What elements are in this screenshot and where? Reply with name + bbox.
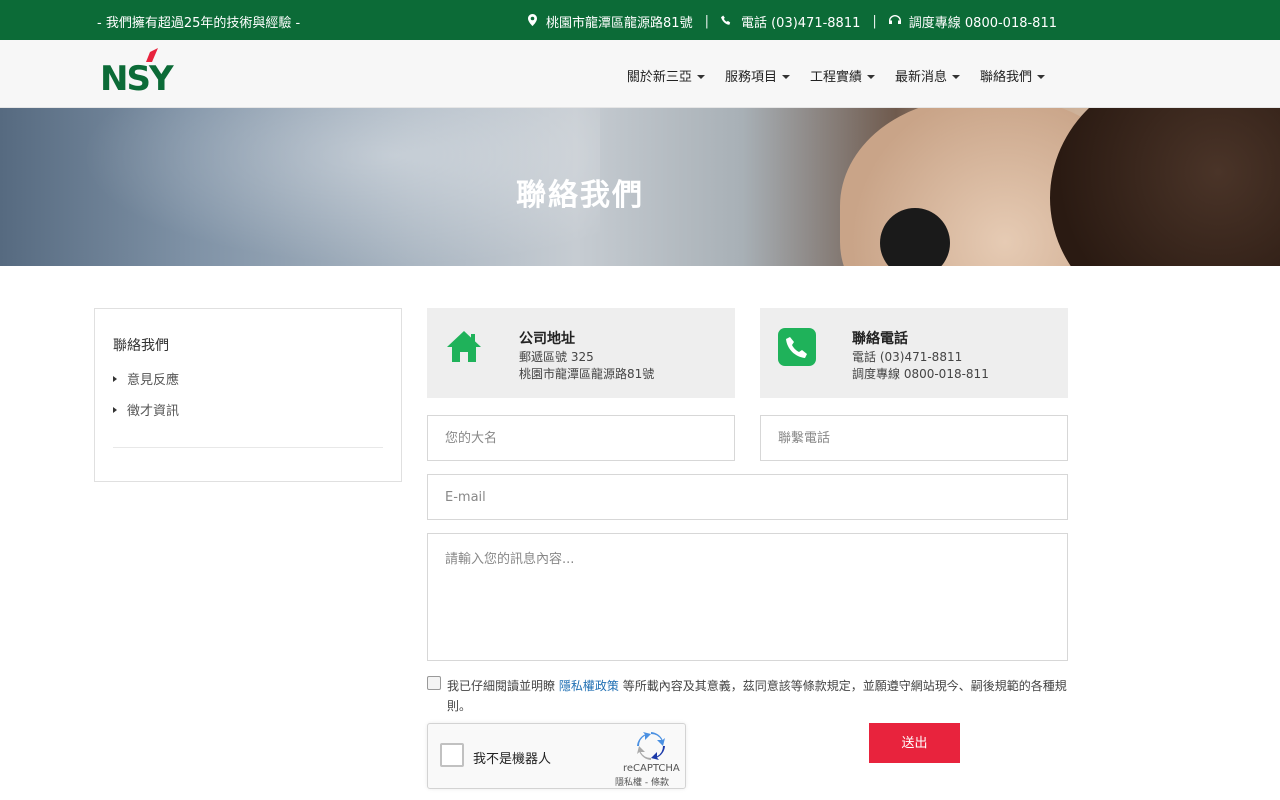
phone-icon <box>721 15 733 29</box>
chevron-down-icon <box>696 74 705 79</box>
phone-input[interactable] <box>760 415 1068 461</box>
slogan-text: - 我們擁有超過25年的技術與經驗 - <box>97 16 301 31</box>
privacy-agreement: 我已仔細閱讀並明瞭 隱私權政策 等所載內容及其意義，茲同意該等條款規定，並願遵守… <box>427 676 1072 716</box>
recaptcha-widget: 我不是機器人 reCAPTCHA 隱私權 - 條款 <box>427 723 686 789</box>
name-input[interactable] <box>427 415 735 461</box>
phone-number: 電話 (03)471-8811 <box>852 350 963 364</box>
chevron-down-icon <box>1037 74 1045 79</box>
hotline-number: 調度專線 0800-018-811 <box>852 367 989 381</box>
nav-news[interactable]: 最新消息 <box>895 66 960 85</box>
sidebar: 聯絡我們 意見反應 徵才資訊 <box>94 308 402 482</box>
sidebar-item-feedback[interactable]: 意見反應 <box>113 369 179 388</box>
divider: | <box>872 14 877 29</box>
site-header: NSY 關於新三亞 服務項目 工程實績 最新消息 聯絡我們 <box>0 40 1280 108</box>
main-nav: 關於新三亞 服務項目 工程實績 最新消息 聯絡我們 <box>627 66 1045 85</box>
nav-contact[interactable]: 聯絡我們 <box>980 66 1045 85</box>
recaptcha-icon <box>637 732 665 760</box>
postal-code: 郵遞區號 325 <box>519 350 594 364</box>
chevron-down-icon <box>781 74 790 79</box>
sidebar-item-careers[interactable]: 徵才資訊 <box>113 400 179 419</box>
recaptcha-label: 我不是機器人 <box>473 752 552 767</box>
agree-text: 我已仔細閱讀並明瞭 <box>447 679 556 693</box>
divider: | <box>704 14 709 29</box>
divider <box>113 447 383 448</box>
message-textarea[interactable] <box>427 533 1068 661</box>
address-text: 桃園市龍潭區龍源路81號 <box>519 367 655 381</box>
top-address: 桃園市龍潭區龍源路81號 <box>546 16 693 31</box>
chevron-down-icon <box>951 74 960 79</box>
email-input[interactable] <box>427 474 1068 520</box>
sidebar-title: 聯絡我們 <box>113 338 169 354</box>
nav-services[interactable]: 服務項目 <box>725 66 790 85</box>
top-contact: 桃園市龍潭區龍源路81號 | 電話 (03)471-8811 | 調度專線 08… <box>526 12 1057 31</box>
map-pin-icon <box>526 14 538 29</box>
submit-button[interactable]: 送出 <box>869 723 960 763</box>
nsy-logo[interactable]: NSY <box>100 48 182 99</box>
recaptcha-brand: reCAPTCHA <box>623 763 680 774</box>
phone-card: 聯絡電話 電話 (03)471-8811 調度專線 0800-018-811 <box>760 308 1068 398</box>
svg-text:NSY: NSY <box>100 59 174 94</box>
caret-right-icon <box>113 406 117 413</box>
address-card: 公司地址 郵遞區號 325 桃園市龍潭區龍源路81號 <box>427 308 735 398</box>
recaptcha-checkbox[interactable] <box>440 743 464 767</box>
top-bar: - 我們擁有超過25年的技術與經驗 - 桃園市龍潭區龍源路81號 | 電話 (0… <box>0 0 1280 40</box>
nav-projects[interactable]: 工程實績 <box>810 66 875 85</box>
agree-checkbox[interactable] <box>427 676 441 690</box>
nav-about[interactable]: 關於新三亞 <box>627 66 705 85</box>
home-icon <box>445 328 483 366</box>
page-title: 聯絡我們 <box>516 178 644 213</box>
chevron-down-icon <box>866 74 875 79</box>
card-title: 公司地址 <box>519 331 575 347</box>
page-banner: 聯絡我們 <box>0 108 1280 266</box>
top-hotline: 調度專線 0800-018-811 <box>908 16 1057 31</box>
headset-icon <box>888 14 901 29</box>
caret-right-icon <box>113 375 117 382</box>
recaptcha-terms-link[interactable]: 隱私權 - 條款 <box>615 775 669 788</box>
card-title: 聯絡電話 <box>852 331 908 347</box>
phone-icon <box>778 328 816 366</box>
privacy-policy-link[interactable]: 隱私權政策 <box>559 679 619 693</box>
top-phone: 電話 (03)471-8811 <box>740 16 861 31</box>
